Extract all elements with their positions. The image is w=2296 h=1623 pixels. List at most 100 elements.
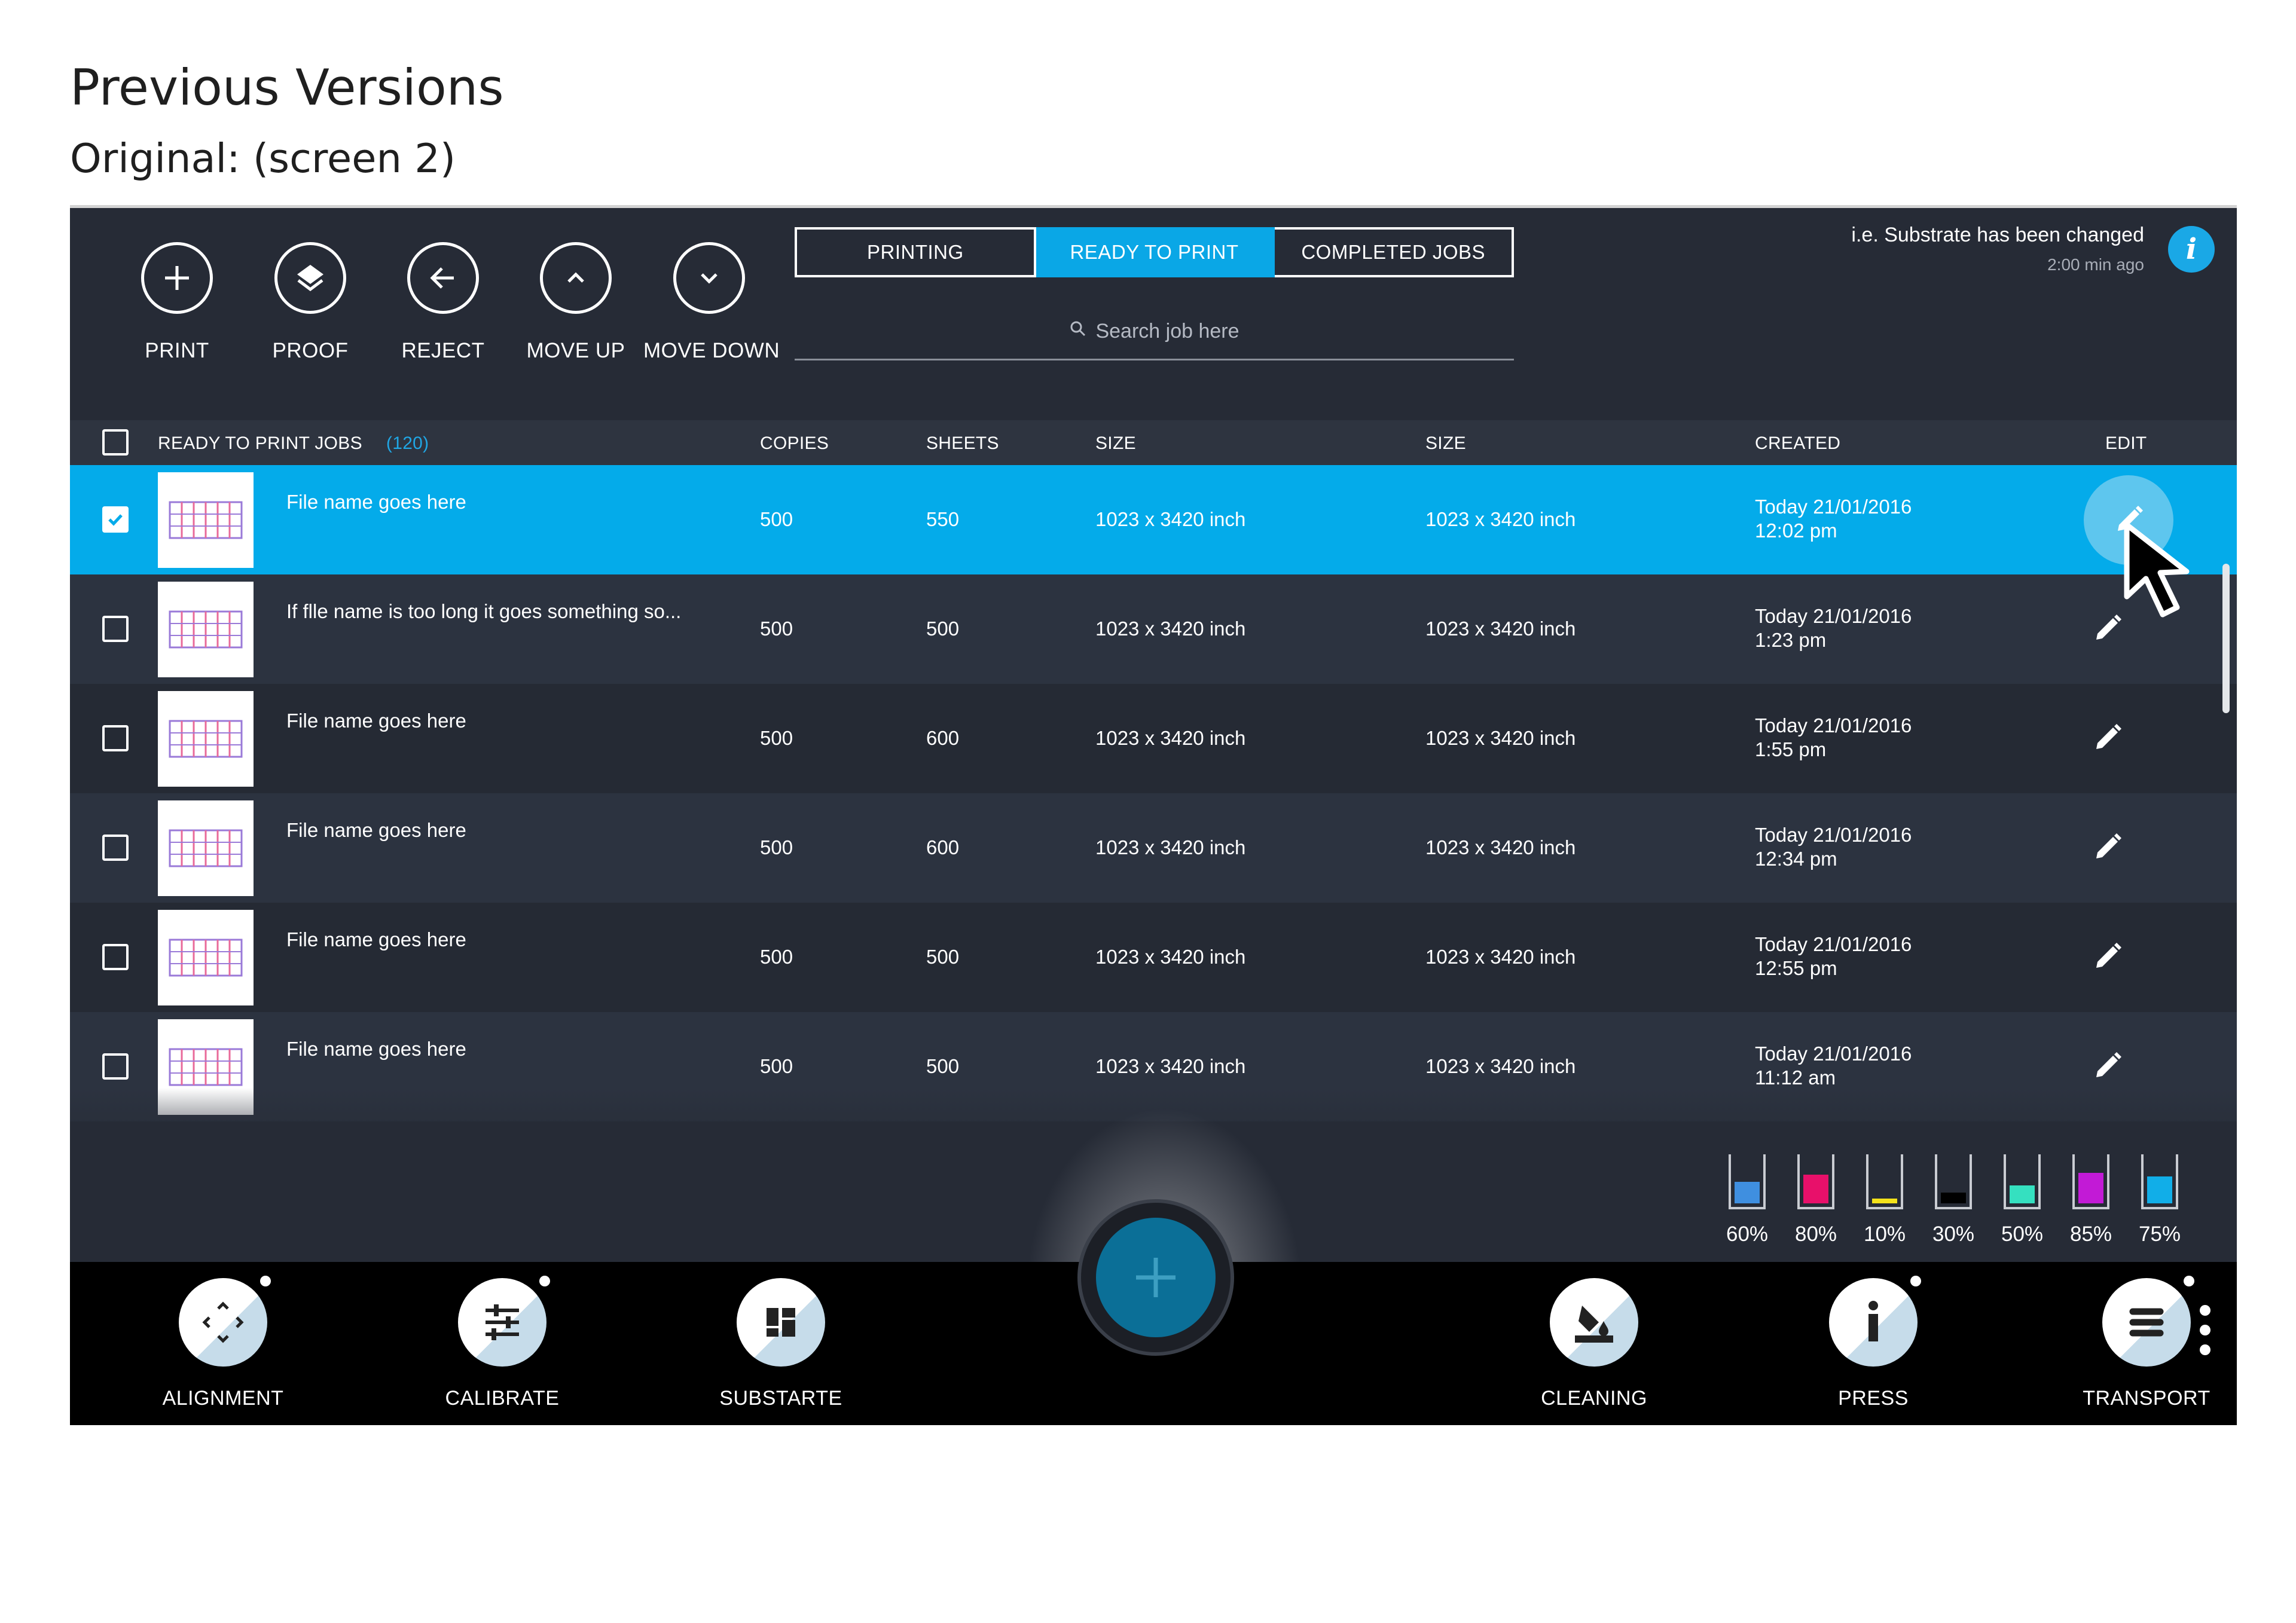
notification: i.e. Substrate has been changed 2:00 min… [1851, 224, 2144, 274]
row-checkbox[interactable] [102, 616, 129, 642]
job-size: 1023 x 3420 inch [1095, 946, 1246, 968]
notification-dot [2184, 1276, 2194, 1286]
ink-gauge: 30% [1932, 1154, 1974, 1246]
proof-label: PROOF [272, 339, 349, 362]
ink-percent: 50% [2001, 1222, 2044, 1246]
press-button[interactable]: PRESS [1796, 1276, 1951, 1410]
search-input[interactable]: Search job here [795, 304, 1514, 360]
job-name: File name goes here [286, 1038, 466, 1060]
ink-gauge: 75% [2139, 1154, 2181, 1246]
move-down-label: MOVE DOWN [643, 339, 780, 362]
select-all-checkbox[interactable] [102, 429, 129, 456]
search-icon [1069, 320, 1087, 343]
move-down-button[interactable]: MOVE DOWN [643, 242, 780, 363]
add-fab-button[interactable] [1077, 1199, 1234, 1356]
job-created: Today 21/01/2016 12:02 pm [1755, 495, 1912, 543]
header-copies: COPIES [760, 433, 829, 453]
created-time: 12:02 pm [1755, 519, 1837, 542]
document-subtitle: Original: (screen 2) [70, 135, 456, 182]
reject-button[interactable]: REJECT [377, 242, 509, 363]
header-created: CREATED [1755, 433, 1841, 453]
ink-fill [1803, 1175, 1828, 1203]
row-checkbox[interactable] [102, 506, 129, 533]
more-options-icon[interactable] [2200, 1305, 2212, 1364]
job-size: 1023 x 3420 inch [1095, 508, 1246, 530]
tab-completed-jobs[interactable]: COMPLETED JOBS [1275, 227, 1515, 277]
created-time: 11:12 am [1755, 1066, 1836, 1089]
row-checkbox[interactable] [102, 725, 129, 751]
created-date: Today 21/01/2016 [1755, 933, 1912, 955]
ink-percent: 60% [1726, 1222, 1769, 1246]
job-sheets: 500 [926, 618, 960, 640]
info-icon[interactable]: i [2168, 226, 2215, 273]
cleaning-button[interactable]: CLEANING [1516, 1278, 1672, 1410]
calibrate-button[interactable]: CALIBRATE [425, 1276, 580, 1410]
edit-pencil-icon[interactable] [2079, 929, 2135, 985]
created-time: 1:55 pm [1755, 738, 1827, 760]
chevron-up-icon [540, 242, 612, 314]
header-jobs: READY TO PRINT JOBS (120) [158, 433, 429, 454]
job-thumbnail [158, 800, 254, 896]
table-row[interactable]: File name goes here 500 600 1023 x 3420 inc… [70, 684, 2237, 793]
alignment-button[interactable]: ALIGNMENT [145, 1276, 301, 1410]
substrate-button[interactable]: SUBSTARTE [703, 1278, 859, 1410]
ink-fill [2078, 1173, 2103, 1203]
table-row[interactable]: File name goes here 500 500 1023 x 3420 inc… [70, 903, 2237, 1012]
row-checkbox[interactable] [102, 1053, 129, 1080]
ink-tank [1935, 1154, 1972, 1209]
document-title: Previous Versions [70, 59, 504, 117]
edit-pencil-icon[interactable] [2079, 1038, 2135, 1095]
job-thumbnail [158, 582, 254, 677]
table-row[interactable]: File name goes here 500 550 1023 x 3420 inc… [70, 465, 2237, 574]
ink-tank [1729, 1154, 1766, 1209]
job-sheets: 500 [926, 1055, 960, 1077]
job-sheets: 600 [926, 836, 960, 858]
tab-printing[interactable]: PRINTING [795, 227, 1036, 277]
job-created: Today 21/01/2016 1:23 pm [1755, 604, 1912, 652]
row-checkbox[interactable] [102, 835, 129, 861]
print-button[interactable]: PRINT [111, 242, 243, 363]
scrollbar[interactable] [2222, 564, 2230, 713]
app-screen: PRINT PROOF REJECT MOVE UP MOVE DOWN PRI… [70, 208, 2237, 1425]
arrow-left-icon [407, 242, 479, 314]
table-row[interactable]: File name goes here 500 600 1023 x 3420 inc… [70, 793, 2237, 903]
row-checkbox[interactable] [102, 944, 129, 970]
move-up-label: MOVE UP [526, 339, 625, 362]
job-tabs: PRINTING READY TO PRINT COMPLETED JOBS [795, 227, 1515, 277]
ink-gauge: 80% [1795, 1154, 1837, 1246]
notification-dot [539, 1276, 550, 1286]
header-size-2: SIZE [1425, 433, 1466, 453]
info-press-icon [1829, 1276, 1921, 1367]
notification-time: 2:00 min ago [2047, 255, 2144, 274]
plus-icon [1096, 1218, 1216, 1337]
edit-pencil-icon[interactable] [2079, 820, 2135, 876]
created-time: 1:23 pm [1755, 629, 1827, 651]
table-row[interactable]: If flle name is too long it goes somethi… [70, 574, 2237, 684]
proof-button[interactable]: PROOF [245, 242, 376, 363]
print-label: PRINT [145, 339, 209, 362]
edit-pencil-icon[interactable] [2079, 710, 2135, 766]
ink-gauge: 60% [1726, 1154, 1768, 1246]
job-copies: 500 [760, 836, 793, 858]
search-placeholder: Search job here [1095, 319, 1239, 343]
job-size-2: 1023 x 3420 inch [1425, 727, 1576, 749]
header-edit: EDIT [2105, 433, 2147, 453]
created-date: Today 21/01/2016 [1755, 824, 1912, 846]
job-copies: 500 [760, 1055, 793, 1077]
job-created: Today 21/01/2016 12:55 pm [1755, 933, 1912, 980]
tab-ready-to-print[interactable]: READY TO PRINT [1036, 227, 1275, 277]
layers-icon [274, 242, 346, 314]
table-header: READY TO PRINT JOBS (120) COPIES SHEETS S… [70, 420, 2237, 465]
substrate-grid-icon [737, 1278, 825, 1367]
notification-message: i.e. Substrate has been changed [1851, 224, 2144, 246]
job-name: If flle name is too long it goes somethi… [286, 600, 682, 622]
alignment-label: ALIGNMENT [162, 1387, 284, 1410]
ink-fill [1735, 1182, 1760, 1203]
header-sheets: SHEETS [926, 433, 999, 453]
job-size-2: 1023 x 3420 inch [1425, 1055, 1576, 1077]
ink-percent: 75% [2139, 1222, 2181, 1246]
job-sheets: 550 [926, 508, 960, 530]
chevron-down-icon [673, 242, 745, 314]
job-name: File name goes here [286, 710, 466, 732]
move-up-button[interactable]: MOVE UP [510, 242, 642, 363]
